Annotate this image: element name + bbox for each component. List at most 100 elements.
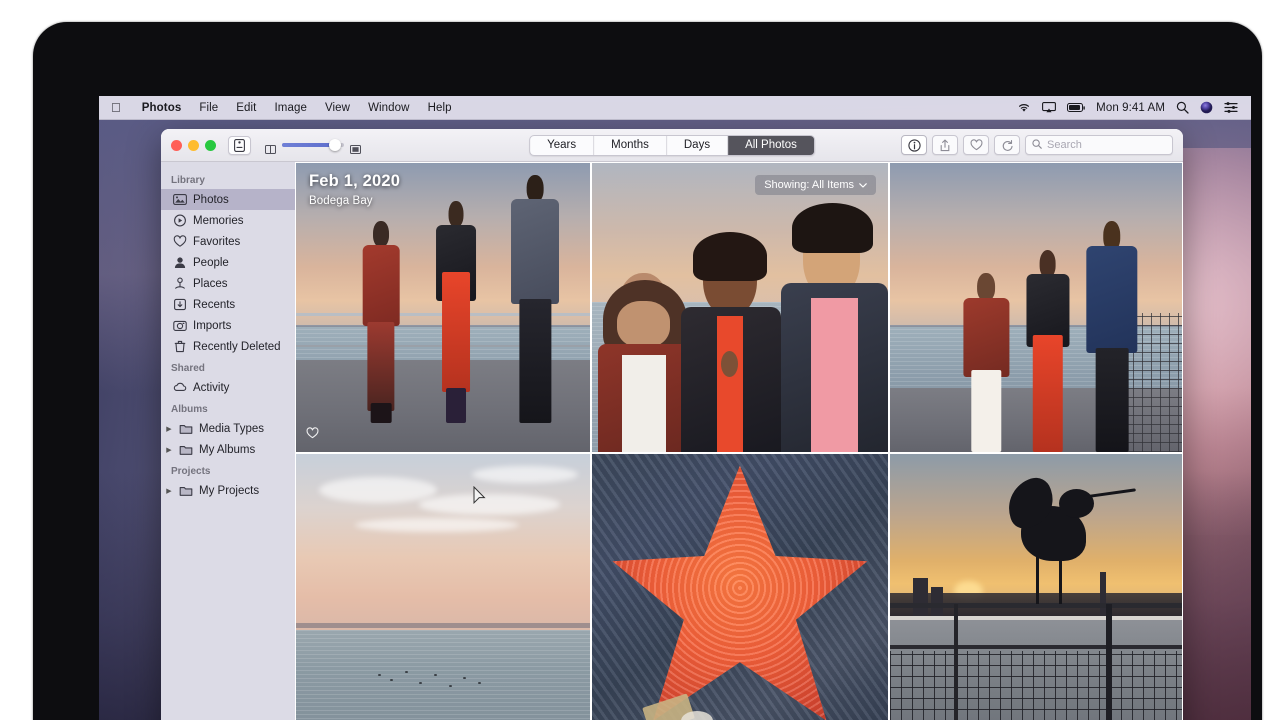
tab-years[interactable]: Years	[530, 135, 595, 155]
sidebar-item-activity[interactable]: Activity	[161, 377, 295, 398]
photo-image-1: Feb 1, 2020 Bodega Bay	[296, 163, 590, 452]
photo-dock	[890, 615, 1182, 620]
folder-icon	[179, 484, 193, 498]
heart-outline-icon[interactable]	[306, 426, 319, 444]
search-input[interactable]: Search	[1047, 139, 1082, 151]
photo-post	[1106, 604, 1113, 720]
sidebar-item-label: Media Types	[199, 422, 264, 435]
photo-post	[954, 604, 959, 720]
tab-days[interactable]: Days	[667, 135, 729, 155]
menu-bar-clock[interactable]: Mon 9:41 AM	[1096, 102, 1165, 114]
menu-bar:  Photos File Edit Image View Window Hel…	[99, 96, 1251, 120]
date-header-overlay: Feb 1, 2020 Bodega Bay	[309, 172, 400, 207]
memories-icon	[173, 214, 187, 228]
search-icon	[1032, 136, 1042, 154]
showing-filter-button[interactable]: Showing: All Items	[755, 175, 877, 195]
menu-item-edit[interactable]: Edit	[227, 102, 265, 114]
tab-all-photos[interactable]: All Photos	[728, 135, 814, 155]
sidebar-item-my-albums[interactable]: ▶ My Albums	[161, 439, 295, 460]
photo-person	[1021, 249, 1074, 452]
battery-icon[interactable]	[1067, 102, 1085, 113]
menu-item-file[interactable]: File	[190, 102, 227, 114]
library-view-segmented-control[interactable]: Years Months Days All Photos	[529, 134, 815, 156]
close-button[interactable]	[171, 139, 182, 151]
favorite-button[interactable]	[963, 135, 989, 155]
person-icon	[173, 256, 187, 270]
menu-item-photos[interactable]: Photos	[133, 102, 191, 114]
search-field[interactable]: Search	[1025, 135, 1173, 155]
menu-item-view[interactable]: View	[316, 102, 359, 114]
sidebar-item-memories[interactable]: Memories	[161, 210, 295, 231]
wifi-icon[interactable]	[1017, 102, 1031, 113]
photo-thumbnail[interactable]: Feb 1, 2020 Bodega Bay	[295, 162, 591, 453]
photo-thumbnail[interactable]	[889, 453, 1183, 720]
sidebar-header-projects: Projects	[171, 466, 211, 477]
sidebar-item-media-types[interactable]: ▶ Media Types	[161, 418, 295, 439]
zoom-slider-track[interactable]	[282, 139, 344, 151]
sidebar-item-favorites[interactable]: Favorites	[161, 231, 295, 252]
photo-cloud	[354, 517, 520, 533]
photo-building	[930, 586, 943, 616]
sidebar-item-label: Recently Deleted	[193, 340, 281, 353]
photo-thumbnail[interactable]	[590, 453, 890, 720]
photo-person	[358, 220, 405, 424]
sidebar-item-label: Imports	[193, 319, 232, 332]
sidebar-item-label: Recents	[193, 298, 236, 311]
control-center-icon[interactable]	[1224, 102, 1238, 113]
arrow-cursor	[473, 485, 486, 510]
thumbnail-size-slider[interactable]	[265, 139, 361, 154]
sidebar-item-recently-deleted[interactable]: Recently Deleted	[161, 336, 295, 357]
sidebar-item-label: Activity	[193, 381, 230, 394]
photo-person	[680, 232, 782, 452]
sidebar-item-photos[interactable]: Photos	[161, 189, 295, 210]
photo-grid-area: Feb 1, 2020 Bodega Bay Showing: All Item…	[295, 162, 1183, 720]
window-body: Library Photos Memories Favorites People…	[161, 162, 1183, 720]
small-thumbnails-icon[interactable]	[265, 141, 276, 154]
siri-icon[interactable]	[1200, 101, 1213, 114]
sidebar-item-my-projects[interactable]: ▶ My Projects	[161, 480, 295, 501]
zoom-button[interactable]	[205, 139, 216, 151]
minimize-button[interactable]	[188, 139, 199, 151]
trash-icon	[173, 340, 187, 354]
screenshot-stage:  Photos File Edit Image View Window Hel…	[0, 0, 1280, 720]
share-button[interactable]	[932, 135, 958, 155]
menu-item-help[interactable]: Help	[419, 102, 461, 114]
photo-image-3	[890, 163, 1182, 452]
zoom-slider-fill	[282, 143, 332, 147]
sidebar-item-recents[interactable]: Recents	[161, 294, 295, 315]
photo-grid: Feb 1, 2020 Bodega Bay Showing: All Item…	[295, 162, 1183, 720]
photo-thumbnail[interactable]	[889, 162, 1183, 453]
photo-image-5	[591, 454, 889, 720]
sidebar-toggle-icon[interactable]	[228, 135, 251, 155]
chevron-right-icon[interactable]: ▶	[165, 446, 173, 454]
rotate-button[interactable]	[994, 135, 1020, 155]
photo-date: Feb 1, 2020	[309, 172, 401, 190]
photos-window: Years Months Days All Photos Search Libr…	[161, 129, 1183, 720]
sidebar-item-imports[interactable]: Imports	[161, 315, 295, 336]
photo-location: Bodega Bay	[309, 195, 373, 207]
traffic-lights	[171, 139, 216, 151]
info-button[interactable]	[901, 135, 927, 155]
photo-cloud	[319, 477, 437, 504]
large-thumbnails-icon[interactable]	[350, 141, 361, 154]
menu-item-image[interactable]: Image	[265, 102, 315, 114]
showing-filter-label: Showing: All Items	[764, 179, 855, 191]
spotlight-search-icon[interactable]	[1176, 101, 1189, 114]
zoom-slider-thumb[interactable]	[329, 139, 342, 151]
tab-months[interactable]: Months	[594, 135, 667, 155]
photo-thumbnail[interactable]	[295, 453, 591, 720]
sidebar-header-albums: Albums	[171, 404, 208, 415]
photo-mesh-railing	[890, 650, 1182, 720]
menu-item-window[interactable]: Window	[359, 102, 419, 114]
cloud-icon	[173, 381, 187, 395]
sidebar-item-label: Places	[193, 277, 228, 290]
sidebar-item-places[interactable]: Places	[161, 273, 295, 294]
photo-thumbnail[interactable]: Showing: All Items	[590, 162, 890, 453]
photos-icon	[173, 193, 187, 207]
airplay-icon[interactable]	[1042, 102, 1057, 113]
photo-railing-mid	[890, 644, 1182, 649]
apple-icon[interactable]: 	[111, 101, 121, 114]
chevron-right-icon[interactable]: ▶	[165, 425, 173, 433]
sidebar-item-people[interactable]: People	[161, 252, 295, 273]
chevron-right-icon[interactable]: ▶	[165, 487, 173, 495]
